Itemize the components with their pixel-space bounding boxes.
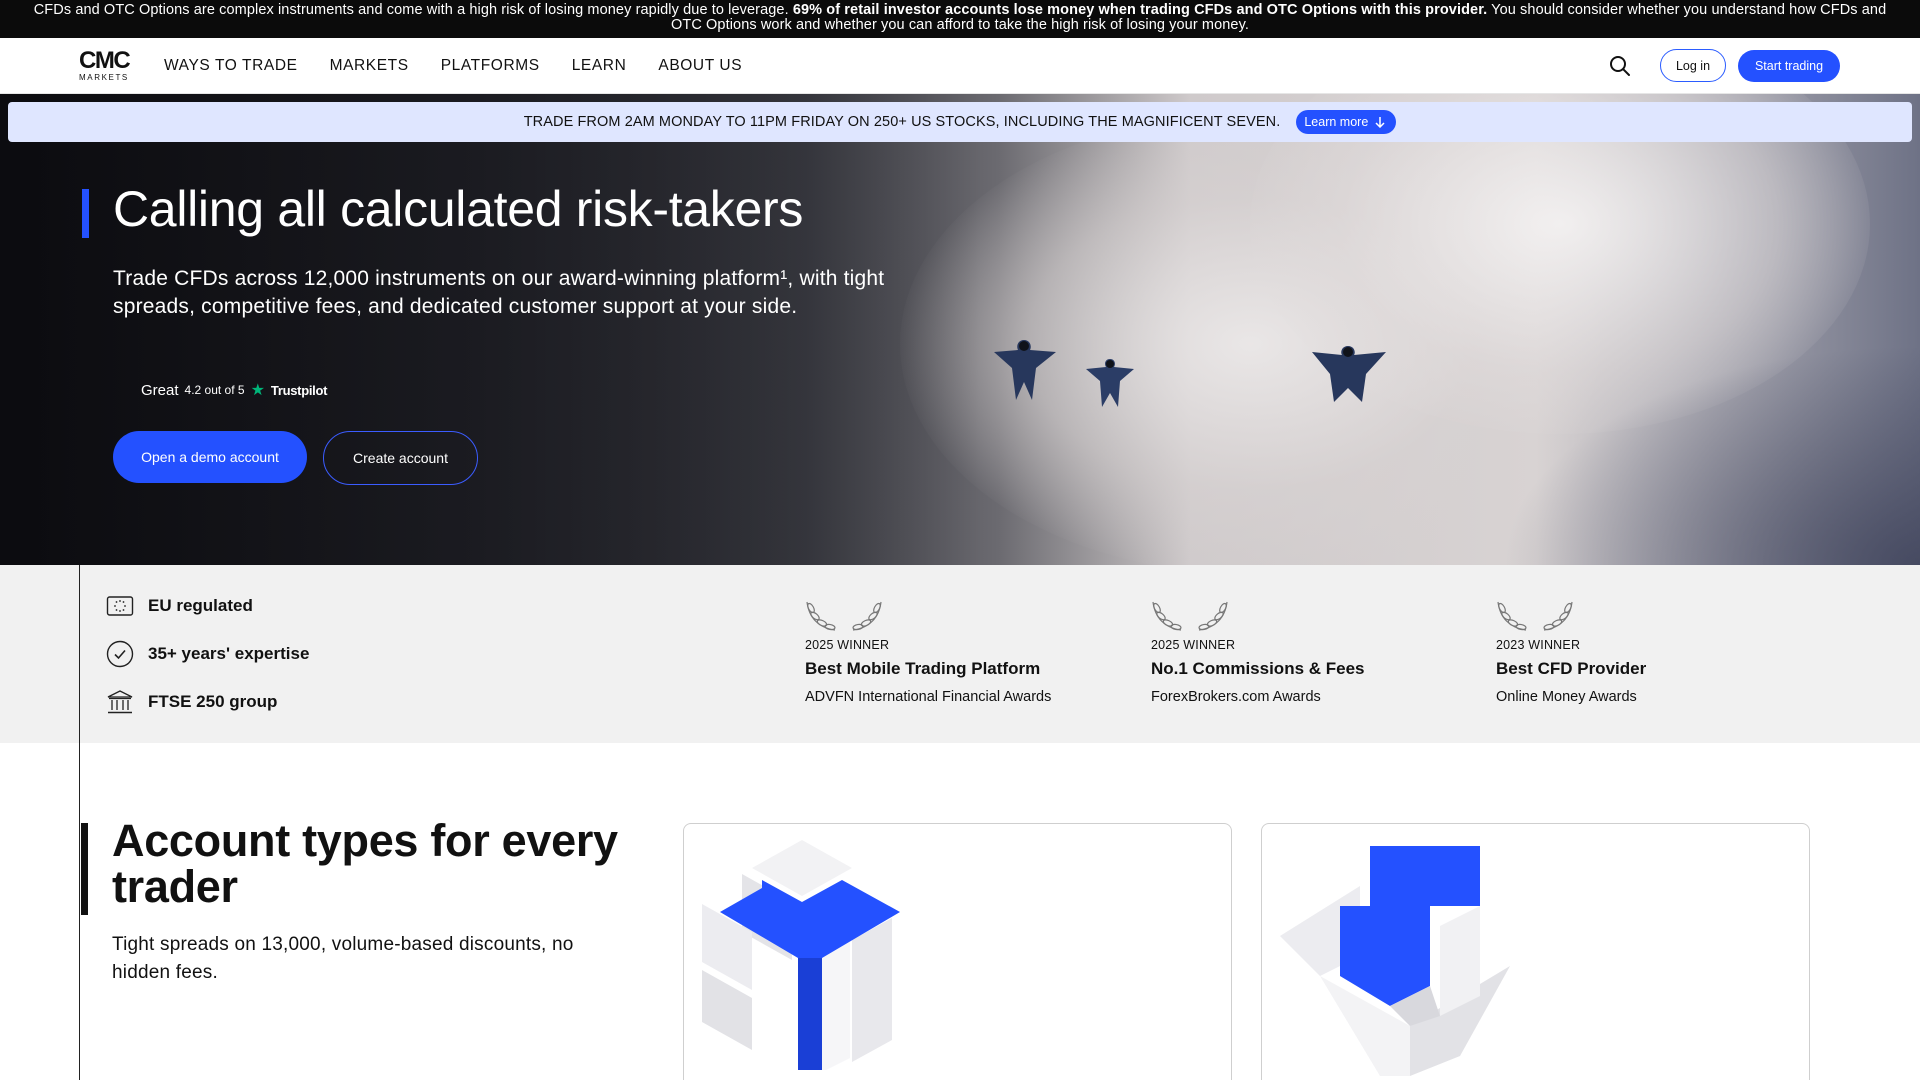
feature-expertise: 35+ years' expertise: [106, 640, 309, 668]
award-item: 2025 WINNER No.1 Commissions & Fees Fore…: [1151, 598, 1451, 705]
account-card-cfd[interactable]: [683, 823, 1232, 1080]
award-item: 2023 WINNER Best CFD Provider Online Mon…: [1496, 598, 1796, 705]
award-year: 2023 WINNER: [1496, 638, 1581, 652]
section-divider-line: [79, 565, 80, 1080]
logo-mark: CMC: [79, 47, 131, 74]
accounts-description: Tight spreads on 13,000, volume-based di…: [112, 934, 574, 983]
wingsuit-flyer-image: [1312, 346, 1386, 402]
log-in-button[interactable]: Log in: [1660, 49, 1726, 82]
search-icon[interactable]: [1608, 54, 1632, 78]
trustpilot-score: 4.2 out of 5: [184, 383, 245, 397]
award-organisation: ForexBrokers.com Awards: [1151, 689, 1321, 705]
cube-illustration-icon: [702, 840, 900, 1070]
hero-dark-overlay: [0, 94, 980, 565]
feature-label: EU regulated: [148, 596, 253, 615]
hero-accent-bar: [82, 189, 89, 238]
feature-eu-regulated: EU regulated: [106, 592, 253, 620]
award-item: 2025 WINNER Best Mobile Trading Platform…: [805, 598, 1105, 705]
logo-sub: MARKETS: [79, 73, 129, 82]
award-year: 2025 WINNER: [1151, 638, 1236, 652]
risk-warning-banner: CFDs and OTC Options are complex instrum…: [0, 0, 1920, 38]
nav-about-us[interactable]: ABOUT US: [658, 57, 742, 75]
feature-label: FTSE 250 group: [148, 692, 278, 711]
nav-platforms[interactable]: PLATFORMS: [441, 57, 540, 75]
bank-icon: [107, 690, 133, 714]
wingsuit-flyer-image: [1086, 359, 1134, 407]
start-trading-button[interactable]: Start trading: [1738, 50, 1840, 82]
accounts-accent-bar: [81, 823, 88, 915]
learn-more-label: Learn more: [1304, 115, 1369, 129]
hero-title: Calling all calculated risk-takers: [113, 181, 804, 237]
feature-ftse: FTSE 250 group: [106, 688, 277, 716]
award-organisation: ADVFN International Financial Awards: [805, 689, 1052, 705]
cmc-markets-logo[interactable]: CMC MARKETS: [79, 47, 135, 84]
wingsuit-flyer-image: [994, 340, 1056, 400]
hero-section: [0, 94, 1920, 565]
open-demo-account-button[interactable]: Open a demo account: [113, 431, 307, 483]
account-card-spread-betting[interactable]: [1261, 823, 1810, 1080]
risk-warning-lead: CFDs and OTC Options are complex instrum…: [33, 2, 789, 18]
laurel-icon: [1497, 601, 1573, 631]
award-title: No.1 Commissions & Fees: [1151, 659, 1365, 678]
trustpilot-word: Great: [141, 381, 179, 399]
hero-description: Trade CFDs across 12,000 instruments on …: [113, 267, 885, 318]
award-title: Best Mobile Trading Platform: [805, 659, 1041, 678]
laurel-icon: [1152, 601, 1228, 631]
nav-markets[interactable]: MARKETS: [330, 57, 409, 75]
promo-text: TRADE FROM 2AM MONDAY TO 11PM FRIDAY ON …: [523, 114, 1281, 130]
eu-flag-icon: [106, 596, 134, 616]
main-menu: WAYS TO TRADE MARKETS PLATFORMS LEARN AB…: [164, 38, 742, 94]
trustpilot-rating[interactable]: Great 4.2 out of 5 ★ Trustpilot: [141, 380, 327, 400]
accounts-title: Account types for every trader: [112, 815, 618, 912]
award-title: Best CFD Provider: [1496, 659, 1647, 678]
laurel-icon: [806, 601, 882, 631]
create-account-button[interactable]: Create account: [323, 431, 478, 485]
award-year: 2025 WINNER: [805, 638, 890, 652]
award-organisation: Online Money Awards: [1496, 689, 1637, 705]
promo-banner: TRADE FROM 2AM MONDAY TO 11PM FRIDAY ON …: [8, 102, 1912, 142]
hero-shade: [1500, 344, 1920, 565]
trustpilot-brand: Trustpilot: [270, 382, 328, 398]
check-circle-icon: [106, 640, 134, 668]
arrow-illustration-icon: [1280, 846, 1510, 1076]
top-navigation: CMC MARKETS WAYS TO TRADE MARKETS PLATFO…: [0, 38, 1920, 94]
nav-ways-to-trade[interactable]: WAYS TO TRADE: [164, 57, 298, 75]
risk-warning-bold: 69% of retail investor accounts lose mon…: [792, 2, 1488, 18]
trustpilot-star-icon: ★: [250, 382, 265, 399]
arrow-down-icon: [1375, 117, 1385, 128]
feature-label: 35+ years' expertise: [148, 644, 310, 663]
learn-more-button[interactable]: Learn more: [1296, 110, 1397, 134]
nav-learn[interactable]: LEARN: [572, 57, 627, 75]
